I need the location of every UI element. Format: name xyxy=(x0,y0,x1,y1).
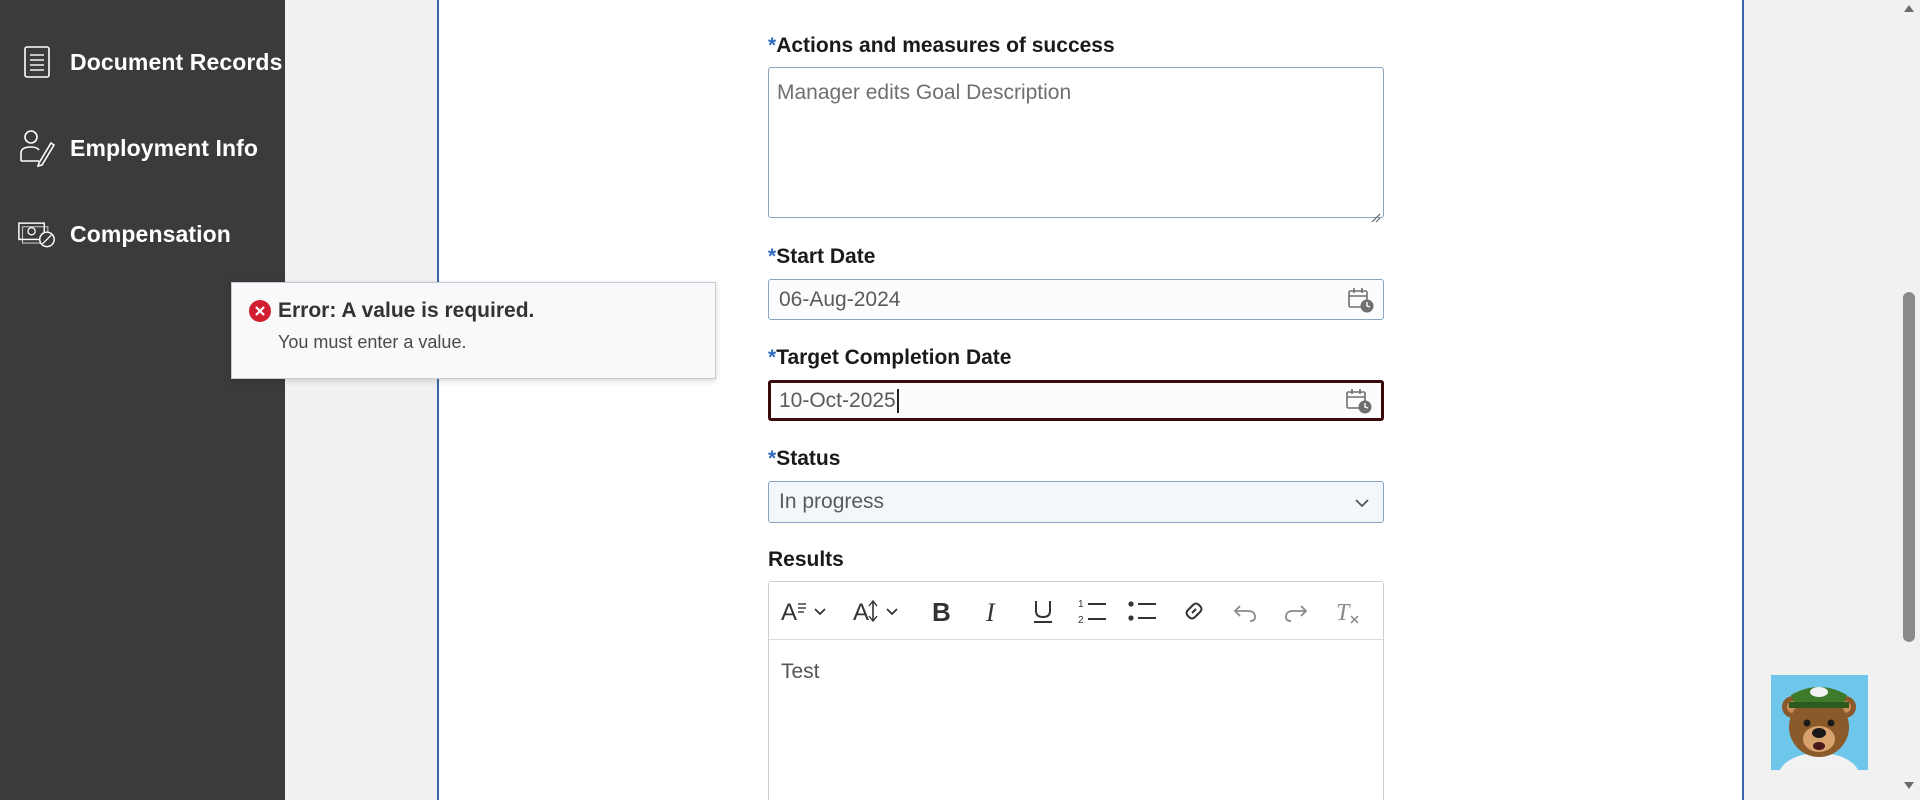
status-select[interactable]: In progress xyxy=(768,481,1384,523)
error-message: You must enter a value. xyxy=(278,332,467,352)
target-date-label: *Target Completion Date xyxy=(768,346,1011,370)
svg-text:B: B xyxy=(932,597,951,626)
sidebar-item-label: Document Records xyxy=(70,48,283,75)
actions-label-text: Actions and measures of success xyxy=(776,34,1115,57)
scroll-up-icon[interactable] xyxy=(1903,2,1915,16)
undo-icon[interactable] xyxy=(1229,592,1261,630)
required-marker: * xyxy=(768,346,777,369)
start-date-input[interactable]: 06-Aug-2024 xyxy=(768,279,1384,320)
sidebar-item-label: Compensation xyxy=(70,220,231,247)
results-label-text: Results xyxy=(768,548,844,571)
status-label: *Status xyxy=(768,447,840,471)
results-value: Test xyxy=(781,660,820,683)
document-icon xyxy=(18,43,56,81)
actions-label: *Actions and measures of success xyxy=(768,34,1115,58)
redo-icon[interactable] xyxy=(1280,592,1312,630)
sidebar-item-compensation[interactable]: Compensation xyxy=(0,204,285,264)
font-style-icon[interactable]: A xyxy=(779,592,831,630)
calendar-icon[interactable] xyxy=(1347,286,1375,314)
compensation-icon xyxy=(18,215,56,253)
results-editor[interactable]: A A B I 12 T Test xyxy=(768,581,1384,800)
required-marker: * xyxy=(768,245,777,268)
actions-textarea[interactable]: Manager edits Goal Description xyxy=(768,67,1384,223)
start-date-label: *Start Date xyxy=(768,245,875,269)
font-size-icon[interactable]: A xyxy=(851,592,903,630)
sidebar: Document Records Employment Info Compens… xyxy=(0,0,285,800)
svg-text:I: I xyxy=(985,598,996,626)
chevron-down-icon xyxy=(1353,494,1371,512)
text-cursor xyxy=(896,388,899,413)
sidebar-item-document-records[interactable]: Document Records xyxy=(0,32,285,92)
svg-text:A: A xyxy=(853,599,869,626)
results-editor-body[interactable]: Test xyxy=(769,640,1383,704)
required-marker: * xyxy=(768,447,777,470)
link-icon[interactable] xyxy=(1178,592,1210,630)
sidebar-item-label: Employment Info xyxy=(70,134,259,161)
status-label-text: Status xyxy=(776,447,841,470)
start-date-label-text: Start Date xyxy=(776,245,876,268)
error-icon xyxy=(249,300,271,322)
calendar-icon[interactable] xyxy=(1345,387,1373,415)
clear-format-icon[interactable]: T xyxy=(1331,592,1363,630)
scrollbar-thumb[interactable] xyxy=(1903,292,1915,642)
results-label: Results xyxy=(768,548,844,572)
bold-icon[interactable]: B xyxy=(925,592,957,630)
required-marker: * xyxy=(768,34,777,57)
start-date-value: 06-Aug-2024 xyxy=(779,287,901,311)
editor-toolbar: A A B I 12 T xyxy=(769,582,1383,640)
svg-text:2: 2 xyxy=(1078,615,1084,626)
error-title: Error: A value is required. xyxy=(278,299,535,322)
numbered-list-icon[interactable]: 12 xyxy=(1075,592,1111,630)
italic-icon[interactable]: I xyxy=(976,592,1008,630)
target-date-input[interactable]: 10-Oct-2025 xyxy=(768,380,1384,421)
scroll-down-icon[interactable] xyxy=(1903,780,1915,794)
left-gutter xyxy=(285,0,438,800)
resize-handle-icon[interactable] xyxy=(1371,205,1381,223)
error-tooltip: Error: A value is required. You must ent… xyxy=(231,282,716,379)
sidebar-item-employment-info[interactable]: Employment Info xyxy=(0,118,285,178)
actions-textarea-value: Manager edits Goal Description xyxy=(777,81,1072,104)
assistant-mascot-avatar[interactable] xyxy=(1771,675,1868,770)
underline-icon[interactable] xyxy=(1027,592,1059,630)
svg-text:1: 1 xyxy=(1078,599,1084,610)
status-value: In progress xyxy=(779,490,885,513)
bullet-list-icon[interactable] xyxy=(1125,592,1161,630)
target-date-label-text: Target Completion Date xyxy=(776,346,1012,369)
person-edit-icon xyxy=(18,129,56,167)
svg-text:A: A xyxy=(781,599,797,626)
svg-text:T: T xyxy=(1336,600,1351,626)
target-date-value: 10-Oct-2025 xyxy=(779,388,896,412)
